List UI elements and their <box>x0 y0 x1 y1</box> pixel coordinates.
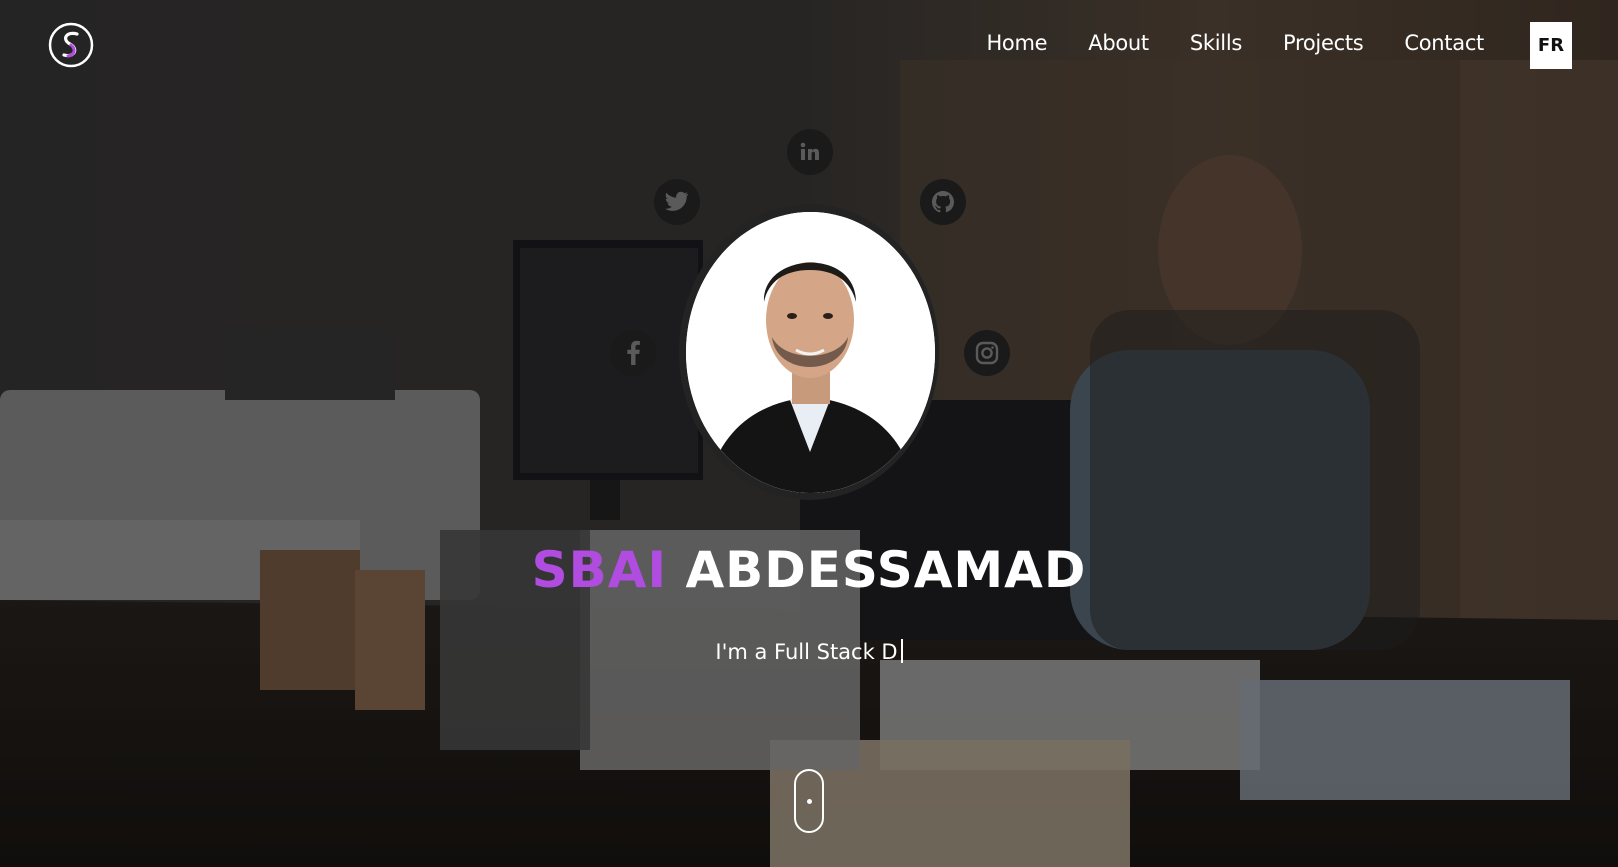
logo-icon[interactable] <box>48 22 94 68</box>
github-icon[interactable] <box>920 179 966 225</box>
last-name: ABDESSAMAD <box>685 541 1087 599</box>
nav-links: Home About Skills Projects Contact <box>945 31 1484 55</box>
twitter-icon[interactable] <box>654 179 700 225</box>
scroll-down-indicator[interactable] <box>794 769 824 833</box>
hero-name: SBAI ABDESSAMAD <box>0 541 1618 599</box>
scroll-dot <box>807 799 812 804</box>
navbar: Home About Skills Projects Contact FR <box>0 0 1618 92</box>
hero-section: Home About Skills Projects Contact FR SB… <box>0 0 1618 867</box>
tagline-text: I'm a Full Stack D <box>715 640 898 664</box>
language-toggle-button[interactable]: FR <box>1530 22 1572 69</box>
first-name: SBAI <box>531 541 668 599</box>
avatar <box>686 212 935 493</box>
nav-contact-link[interactable]: Contact <box>1404 31 1484 55</box>
facebook-icon[interactable] <box>610 330 656 376</box>
nav-projects-link[interactable]: Projects <box>1283 31 1364 55</box>
typewriter-tagline: I'm a Full Stack D <box>0 639 1618 664</box>
instagram-icon[interactable] <box>964 330 1010 376</box>
nav-skills-link[interactable]: Skills <box>1190 31 1242 55</box>
typing-cursor <box>900 639 903 663</box>
nav-home-link[interactable]: Home <box>986 31 1047 55</box>
linkedin-icon[interactable] <box>787 129 833 175</box>
nav-about-link[interactable]: About <box>1088 31 1149 55</box>
